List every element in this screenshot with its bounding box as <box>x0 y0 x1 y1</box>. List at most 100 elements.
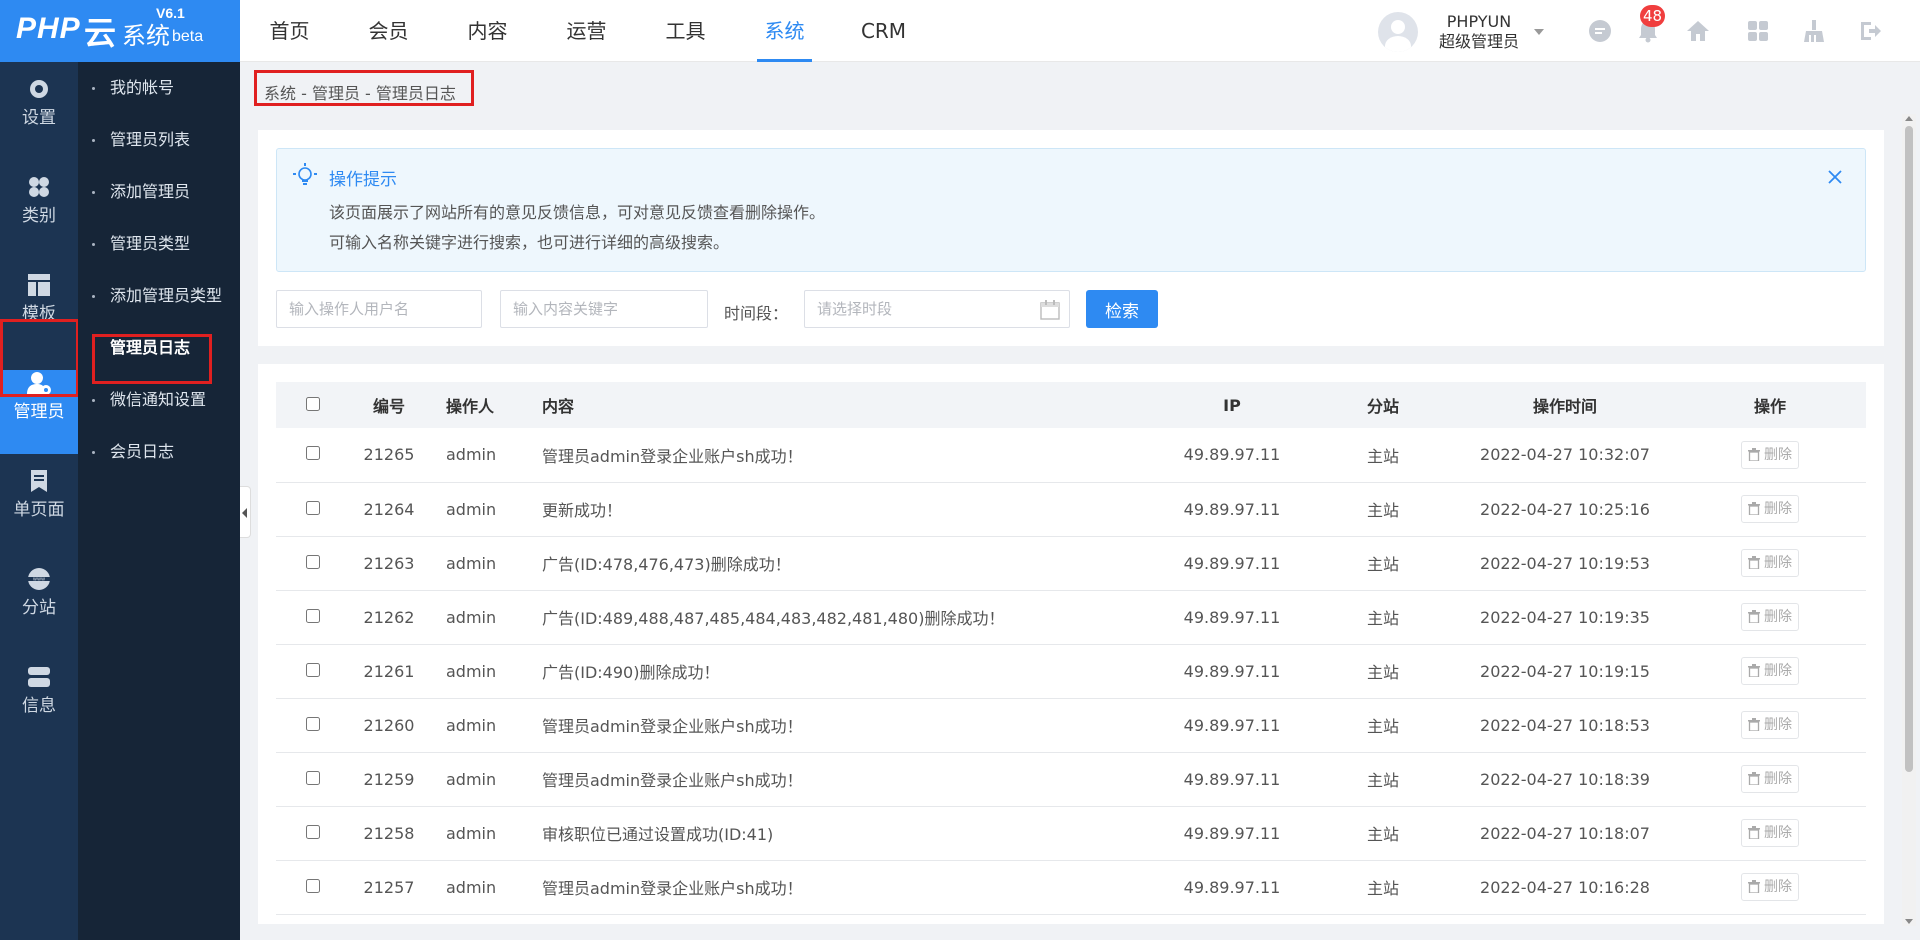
table-row: 21262 admin 广告(ID:489,488,487,485,484,48… <box>276 590 1866 645</box>
header-branch: 分站 <box>1366 397 1399 416</box>
top-bar: 首页 会员 内容 运营 工具 系统 CRM PHPYUN 超级管理员 48 <box>240 0 1920 62</box>
header-time: 操作时间 <box>1532 397 1597 416</box>
row-checkbox[interactable] <box>306 608 320 623</box>
sidebar-collapse-button[interactable] <box>240 486 251 538</box>
keyword-search-input[interactable] <box>500 290 708 328</box>
table-row: 21260 admin 管理员admin登录企业账户sh成功！ 49.89.97… <box>276 698 1866 753</box>
cell-branch: 主站 <box>1310 428 1456 483</box>
logo-php: PHP <box>16 12 81 45</box>
topnav-members[interactable]: 会员 <box>339 0 438 62</box>
row-checkbox[interactable] <box>306 446 320 461</box>
close-icon[interactable] <box>1825 167 1845 187</box>
rail-item-info[interactable]: 信息 <box>0 664 78 748</box>
row-checkbox[interactable] <box>306 824 320 839</box>
table-row: 21259 admin 管理员admin登录企业账户sh成功！ 49.89.97… <box>276 752 1866 807</box>
delete-button[interactable]: 删除 <box>1741 819 1799 847</box>
topnav-tools[interactable]: 工具 <box>636 0 735 62</box>
logo[interactable]: PHP 云 系统 V6.1 beta <box>0 0 240 62</box>
row-checkbox[interactable] <box>306 554 320 569</box>
highlight-admin-log <box>92 334 212 384</box>
delete-button[interactable]: 删除 <box>1741 765 1799 793</box>
tip-box: 操作提示 该页面展示了网站所有的意见反馈信息，可对意见反馈查看删除操作。 可输入… <box>276 148 1866 272</box>
header-operator: 操作人 <box>446 397 495 416</box>
row-checkbox[interactable] <box>306 500 320 515</box>
delete-button[interactable]: 删除 <box>1741 873 1799 901</box>
log-table-panel: 编号 操作人 内容 IP 分站 操作时间 操作 21265 admin 管理员a… <box>258 364 1884 924</box>
grid-icon[interactable] <box>1745 18 1771 44</box>
rail-label: 分站 <box>22 598 56 618</box>
vertical-scrollbar[interactable] <box>1902 114 1916 926</box>
submenu-member-log[interactable]: 会员日志 <box>78 426 240 478</box>
admin-log-table: 编号 操作人 内容 IP 分站 操作时间 操作 21265 admin 管理员a… <box>276 382 1866 915</box>
delete-button[interactable]: 删除 <box>1741 495 1799 523</box>
info-icon <box>28 667 50 687</box>
table-row: 21263 admin 广告(ID:478,476,473)删除成功！ 49.8… <box>276 536 1866 591</box>
row-checkbox[interactable] <box>306 716 320 731</box>
delete-button[interactable]: 删除 <box>1741 603 1799 631</box>
lightbulb-icon <box>293 163 317 185</box>
rail-item-category[interactable]: 类别 <box>0 174 78 258</box>
sub-menu: 我的帐号 管理员列表 添加管理员 管理员类型 添加管理员类型 管理员日志 微信通… <box>78 62 240 940</box>
rail-item-single-page[interactable]: 单页面 <box>0 468 78 552</box>
submenu-add-admin[interactable]: 添加管理员 <box>78 166 240 218</box>
topnav-crm[interactable]: CRM <box>834 0 933 62</box>
user-role: 超级管理员 <box>1438 32 1519 51</box>
broom-icon[interactable] <box>1801 18 1827 44</box>
scrollbar-thumb[interactable] <box>1905 126 1913 772</box>
cell-operator: admin <box>428 536 528 591</box>
topnav-content[interactable]: 内容 <box>438 0 537 62</box>
cell-time: 2022-04-27 10:18:07 <box>1456 806 1674 861</box>
logout-icon[interactable] <box>1857 18 1883 44</box>
scroll-up-arrow[interactable] <box>1905 116 1913 121</box>
submenu-admin-types[interactable]: 管理员类型 <box>78 218 240 270</box>
delete-button[interactable]: 删除 <box>1741 440 1799 469</box>
delete-button[interactable]: 删除 <box>1741 549 1799 577</box>
row-checkbox[interactable] <box>306 878 320 893</box>
cell-id: 21260 <box>350 698 428 753</box>
user-info: PHPYUN 超级管理员 <box>1434 12 1524 52</box>
delete-button[interactable]: 删除 <box>1741 657 1799 685</box>
select-all-checkbox[interactable] <box>306 396 320 411</box>
cell-content: 广告(ID:490)删除成功！ <box>528 644 1154 699</box>
cell-time: 2022-04-27 10:19:35 <box>1456 590 1674 645</box>
submenu-admin-list[interactable]: 管理员列表 <box>78 114 240 166</box>
cell-time: 2022-04-27 10:18:39 <box>1456 752 1674 807</box>
cell-time: 2022-04-27 10:25:16 <box>1456 482 1674 537</box>
topnav-system[interactable]: 系统 <box>735 0 834 62</box>
delete-button[interactable]: 删除 <box>1741 711 1799 739</box>
scroll-down-arrow[interactable] <box>1905 919 1913 924</box>
cell-operator: admin <box>428 698 528 753</box>
logo-beta: beta <box>172 28 204 45</box>
trash-icon <box>1748 447 1760 462</box>
cell-content: 审核职位已通过设置成功(ID:41) <box>528 806 1154 861</box>
submenu-my-account[interactable]: 我的帐号 <box>78 62 240 114</box>
row-checkbox[interactable] <box>306 662 320 677</box>
globe-icon: www <box>28 568 50 590</box>
row-checkbox[interactable] <box>306 770 320 785</box>
operator-search-input[interactable] <box>276 290 482 328</box>
rail-item-settings[interactable]: 设置 <box>0 76 78 160</box>
rail-label: 管理员 <box>13 402 65 422</box>
cell-ip: 49.89.97.11 <box>1154 482 1310 537</box>
header-id: 编号 <box>372 397 405 416</box>
topnav-home[interactable]: 首页 <box>240 0 339 62</box>
cell-ip: 49.89.97.11 <box>1154 698 1310 753</box>
cell-operator: admin <box>428 590 528 645</box>
trash-icon <box>1748 610 1760 624</box>
cell-id: 21263 <box>350 536 428 591</box>
chat-icon[interactable] <box>1587 18 1613 44</box>
search-button[interactable]: 检索 <box>1086 290 1158 328</box>
logo-version: V6.1 <box>156 5 185 21</box>
tip-line-1: 该页面展示了网站所有的意见反馈信息，可对意见反馈查看删除操作。 <box>329 203 826 222</box>
rail-label: 单页面 <box>13 500 65 520</box>
home-icon[interactable] <box>1685 18 1711 44</box>
time-range-input[interactable] <box>804 290 1070 328</box>
rail-item-branch[interactable]: www 分站 <box>0 566 78 650</box>
cell-id: 21257 <box>350 860 428 915</box>
top-nav: 首页 会员 内容 运营 工具 系统 CRM <box>240 0 933 62</box>
submenu-add-admin-type[interactable]: 添加管理员类型 <box>78 270 240 322</box>
topnav-operations[interactable]: 运营 <box>537 0 636 62</box>
cell-operator: admin <box>428 482 528 537</box>
header-content: 内容 <box>542 397 575 416</box>
cell-id: 21264 <box>350 482 428 537</box>
